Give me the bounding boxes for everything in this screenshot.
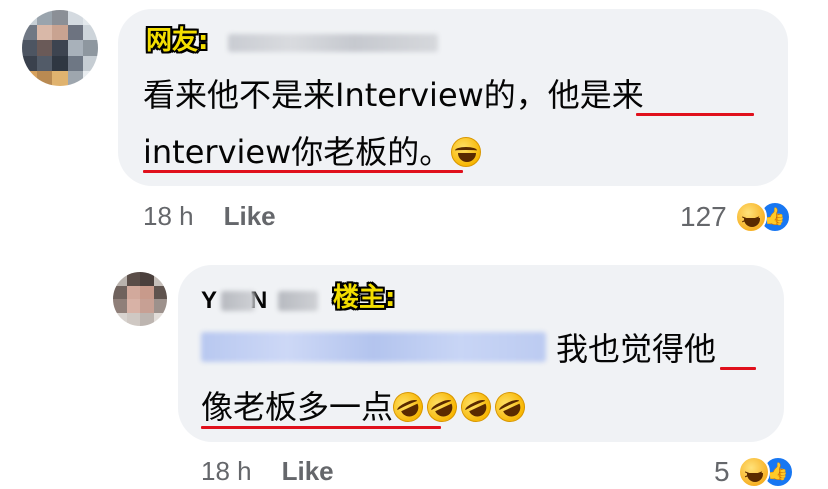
underline xyxy=(143,170,463,173)
timestamp[interactable]: 18 h xyxy=(143,201,194,231)
tears-of-joy-emoji xyxy=(451,137,482,167)
reply-text-line-1: 我也觉得他 xyxy=(556,330,717,368)
like-button[interactable]: Like xyxy=(224,201,276,231)
avatar[interactable] xyxy=(22,10,98,86)
blurred-mention[interactable] xyxy=(201,332,546,362)
rolling-laughing-emoji xyxy=(456,387,496,427)
reactions-summary[interactable]: 127 👍 xyxy=(680,201,791,235)
rolling-laughing-emoji xyxy=(388,387,428,427)
like-button[interactable]: Like xyxy=(282,456,334,486)
blurred-author-name xyxy=(221,291,255,311)
rolling-laughing-emoji xyxy=(490,387,530,427)
blurred-author-name xyxy=(278,291,318,311)
commenter-tag: 网友: xyxy=(146,26,209,56)
reaction-count: 127 xyxy=(680,201,727,232)
underline xyxy=(636,113,754,116)
comment-meta: 18 h Like xyxy=(143,201,276,231)
rolling-laughing-emoji xyxy=(422,387,462,427)
blurred-author-name[interactable] xyxy=(228,34,438,52)
reactions-summary[interactable]: 5 👍 xyxy=(714,456,794,489)
haha-reaction-icon xyxy=(737,456,770,489)
haha-reaction-icon xyxy=(734,201,767,235)
underline xyxy=(720,367,756,370)
commenter-tag: 楼主: xyxy=(333,283,396,313)
underline xyxy=(201,426,441,429)
comment-text-line-1: 看来他不是来Interview的，他是来 xyxy=(143,76,644,114)
avatar[interactable] xyxy=(113,272,167,326)
reaction-count: 5 xyxy=(714,456,730,487)
reply-meta: 18 h Like xyxy=(201,456,334,486)
timestamp[interactable]: 18 h xyxy=(201,456,252,486)
